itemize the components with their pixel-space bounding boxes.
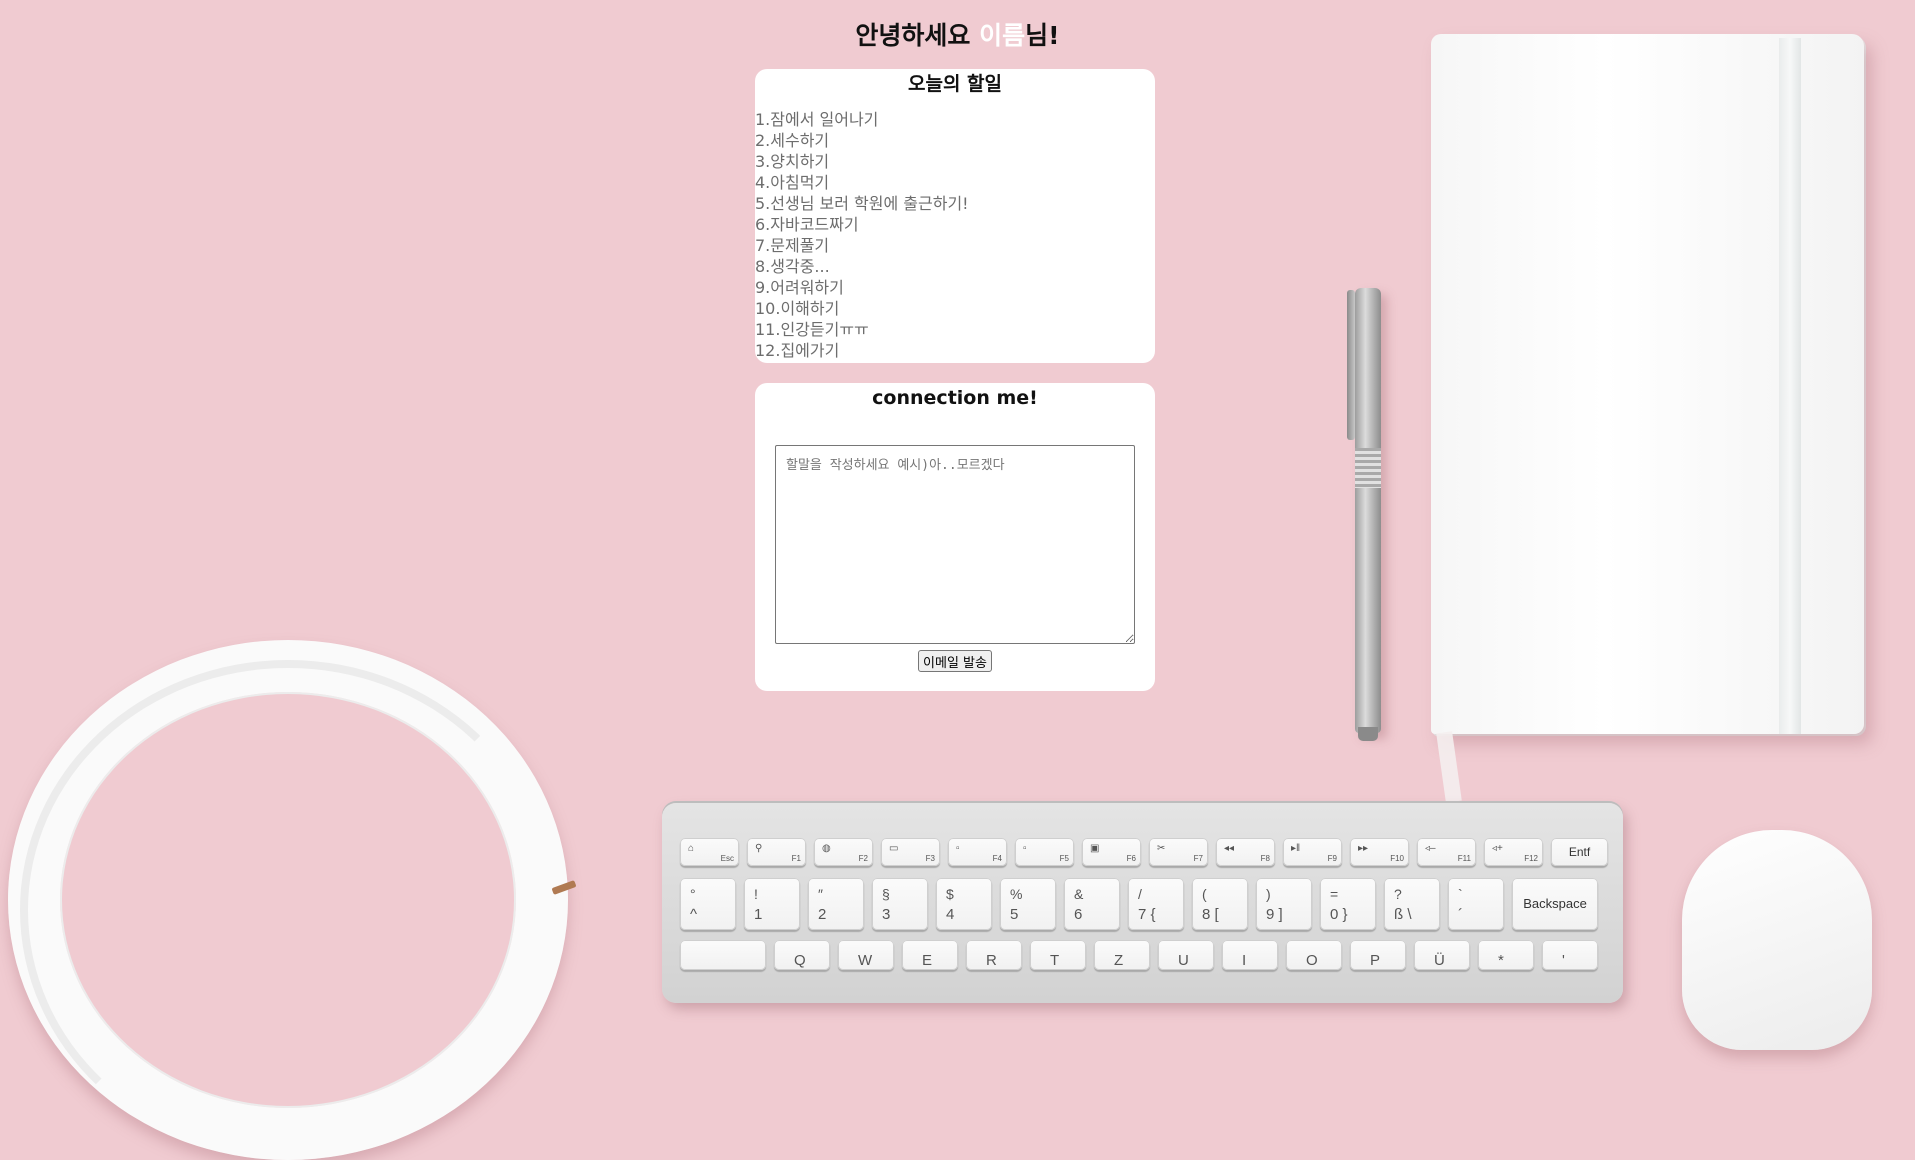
key-5: % 5 — [1000, 878, 1056, 930]
todo-title: 오늘의 할일 — [907, 73, 1002, 95]
key-o: O — [1286, 940, 1342, 970]
key-3: § 3 — [872, 878, 928, 930]
todo-item: 7.문제풀기 — [755, 236, 830, 255]
key-2: ″ 2 — [808, 878, 864, 930]
pen-image — [1347, 288, 1381, 741]
contact-card: connection me! 이메일 발송 — [755, 383, 1155, 691]
key-0: = 0 } — [1320, 878, 1376, 930]
key-6: & 6 — [1064, 878, 1120, 930]
todo-list: 1.잠에서 일어나기 2.세수하기 3.양치하기 4.아침먹기 5.선생님 보러… — [755, 109, 1155, 361]
todo-item: 1.잠에서 일어나기 — [755, 110, 879, 129]
send-email-button[interactable]: 이메일 발송 — [918, 650, 992, 672]
page-title: 안녕하세요 이름님! — [0, 16, 1915, 52]
greeting-suffix: 님! — [1025, 21, 1060, 50]
key-e: E — [902, 940, 958, 970]
todo-item: 9.어려워하기 — [755, 278, 844, 297]
key-entf: Entf — [1551, 838, 1608, 866]
key-f7: ✂ F7 — [1149, 838, 1208, 866]
key-f5: ▫ F5 — [1015, 838, 1074, 866]
contact-title: connection me! — [872, 387, 1038, 409]
greeting-name: 이름 — [979, 21, 1026, 50]
key-f8: ◂◂ F8 — [1216, 838, 1275, 866]
greeting-prefix: 안녕하세요 — [855, 21, 980, 50]
headphones-image — [8, 640, 568, 1160]
key-r: R — [966, 940, 1022, 970]
key-f3: ▭ F3 — [881, 838, 940, 866]
key-u: U — [1158, 940, 1214, 970]
todo-item: 4.아침먹기 — [755, 173, 830, 192]
todo-card: 오늘의 할일 1.잠에서 일어나기 2.세수하기 3.양치하기 4.아침먹기 5… — [755, 69, 1155, 363]
key-asterisk: * — [1478, 940, 1534, 970]
key-p: P — [1350, 940, 1406, 970]
todo-item: 2.세수하기 — [755, 131, 830, 150]
key-f2: ◍ F2 — [814, 838, 873, 866]
keyboard-image: ⌂ Esc ⚲ F1 ◍ F2 ▭ F3 ▫ F4 ▫ F5 ▣ F6 ✂ F7 ◂◂ F8 ▸‖… — [662, 803, 1623, 1003]
todo-item: 11.인강듣기ㅠㅠ — [755, 320, 869, 339]
key-f9: ▸‖ F9 — [1283, 838, 1342, 866]
key-f4: ▫ F4 — [948, 838, 1007, 866]
key-ue: Ü — [1414, 940, 1470, 970]
key-accent: ` ´ — [1448, 878, 1504, 930]
key-8: (8 [ — [1192, 878, 1248, 930]
key-4: $4 — [936, 878, 992, 930]
key-esc: ⌂ Esc — [680, 838, 739, 866]
key-7: /7 { — [1128, 878, 1184, 930]
keyboard-function-row: ⌂ Esc ⚲ F1 ◍ F2 ▭ F3 ▫ F4 ▫ F5 ▣ F6 ✂ F7 ◂◂ F8 ▸‖… — [680, 838, 1608, 866]
key-t: T — [1030, 940, 1086, 970]
key-w: W — [838, 940, 894, 970]
key-eszett: ? ß \ — [1384, 878, 1440, 930]
key-backspace: Backspace — [1512, 878, 1598, 930]
key-caret: ° ^ — [680, 878, 736, 930]
todo-item: 3.양치하기 — [755, 152, 830, 171]
key-tab — [680, 940, 766, 970]
key-f11: ◃– F11 — [1417, 838, 1476, 866]
todo-item: 12.집에가기 — [755, 341, 840, 360]
key-f6: ▣ F6 — [1082, 838, 1141, 866]
key-apostrophe: ' — [1542, 940, 1598, 970]
key-1: ! 1 — [744, 878, 800, 930]
headphones-accent — [551, 880, 577, 895]
key-f1: ⚲ F1 — [747, 838, 806, 866]
keyboard-letter-row: Q W E R T Z U I O P Ü * ' — [680, 940, 1598, 970]
todo-item: 8.생각중... — [755, 257, 830, 276]
todo-item: 10.이해하기 — [755, 299, 840, 318]
keyboard-number-row: ° ^ ! 1 ″ 2 § 3 $4 % 5 & 6 /7 { (8 [ ) 9 ] = 0 }… — [680, 878, 1598, 930]
key-9: ) 9 ] — [1256, 878, 1312, 930]
key-z: Z — [1094, 940, 1150, 970]
key-q: Q — [774, 940, 830, 970]
key-i: I — [1222, 940, 1278, 970]
notebook-strap — [1779, 38, 1801, 734]
key-f10: ▸▸ F10 — [1350, 838, 1409, 866]
notebook-bookmark — [1436, 731, 1462, 803]
mouse-image — [1682, 830, 1872, 1050]
pen-clip — [1347, 290, 1355, 440]
key-f12: ◃+ F12 — [1484, 838, 1543, 866]
todo-item: 5.선생님 보러 학원에 출근하기! — [755, 194, 969, 213]
message-textarea[interactable] — [775, 445, 1135, 644]
pen-tip — [1358, 727, 1378, 741]
pen-grip — [1355, 448, 1381, 488]
headphones-band-image — [20, 660, 556, 1160]
notebook-image — [1431, 34, 1864, 734]
todo-item: 6.자바코드짜기 — [755, 215, 859, 234]
